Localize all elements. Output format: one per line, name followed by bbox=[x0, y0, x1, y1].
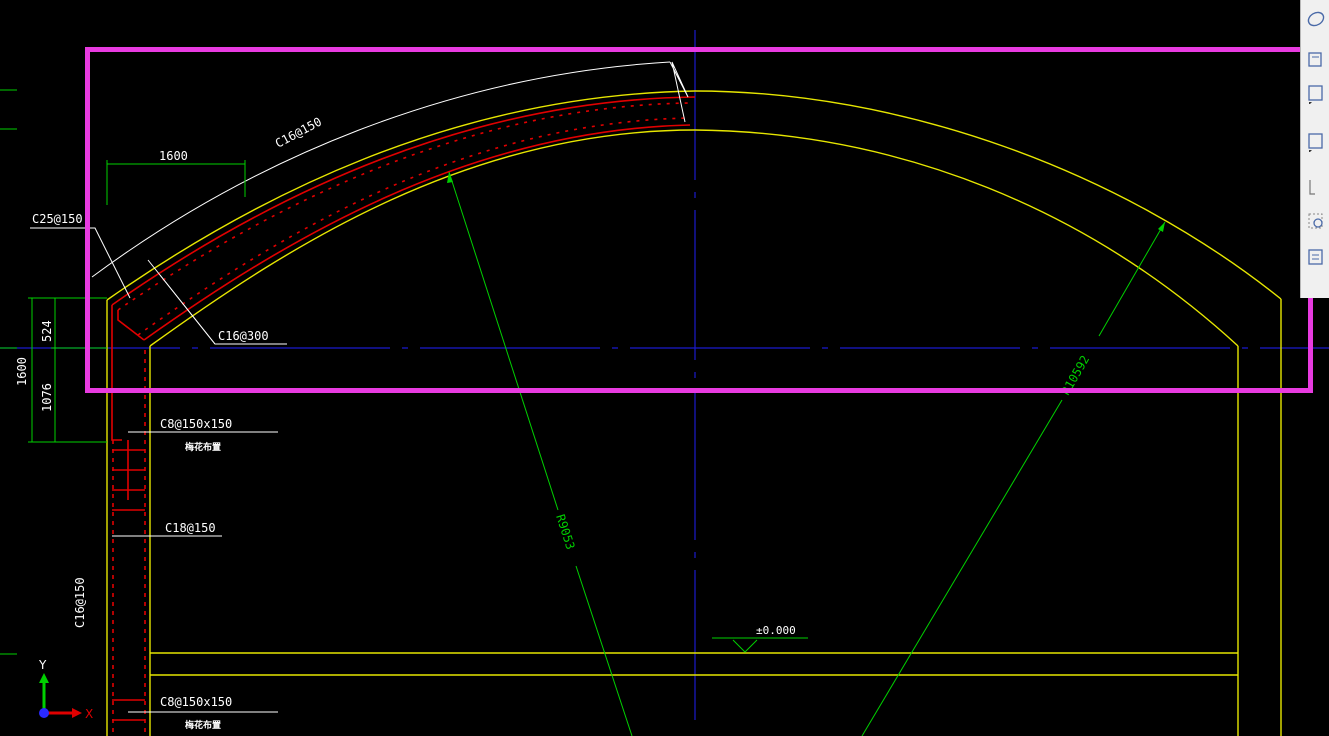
label-haunch-height-total: 1600 bbox=[15, 357, 29, 386]
properties-icon[interactable] bbox=[1305, 246, 1327, 268]
rebar-outer-arc-2[interactable] bbox=[117, 102, 691, 311]
dimension-icon[interactable] bbox=[1305, 176, 1327, 198]
label-rebar-haunch: C16@300 bbox=[218, 329, 269, 343]
label-tie-upper: C8@150x150 bbox=[160, 417, 232, 431]
ucs-y-label: Y bbox=[38, 658, 47, 672]
leader-c25-150 bbox=[30, 227, 131, 299]
rebar-outer-arc[interactable] bbox=[111, 96, 696, 306]
ucs-x-label: X bbox=[85, 707, 93, 721]
settings-icon[interactable] bbox=[1305, 210, 1327, 232]
radius-inner-line-upper bbox=[448, 171, 559, 511]
rebar-inner-arc-2[interactable] bbox=[137, 117, 691, 336]
rebar-haunch-bar[interactable] bbox=[117, 310, 145, 341]
crown-inner-arc[interactable] bbox=[694, 129, 1239, 347]
drawing-annotations: C16@150 1600 C25@150 C16@300 524 1076 16… bbox=[15, 115, 1092, 731]
label-outer-radius: R10592 bbox=[1058, 353, 1092, 398]
layer-icon[interactable] bbox=[1305, 48, 1327, 70]
tool-palette bbox=[1300, 0, 1329, 298]
left-inner-arc[interactable] bbox=[149, 129, 696, 347]
rebar-corner-bar[interactable] bbox=[111, 305, 122, 441]
leader-c16-300-b bbox=[147, 259, 216, 345]
ucs-y-arrow bbox=[39, 673, 49, 683]
label-rebar-outer-arc: C16@150 bbox=[273, 115, 324, 151]
radius-inner-line-lower bbox=[575, 565, 633, 736]
cad-model-space[interactable]: C16@150 1600 C25@150 C16@300 524 1076 16… bbox=[0, 0, 1329, 736]
ucs-origin bbox=[39, 708, 49, 718]
label-haunch-height-lower: 1076 bbox=[40, 383, 54, 412]
leader-lines bbox=[30, 61, 689, 713]
ucs-axis-icon: Y X bbox=[38, 658, 93, 721]
drawing-canvas[interactable]: C16@150 1600 C25@150 C16@300 524 1076 16… bbox=[0, 0, 1329, 736]
elevation-triangle bbox=[732, 639, 758, 653]
crown-outer-arc[interactable] bbox=[694, 90, 1282, 300]
label-inner-radius: R9053 bbox=[553, 513, 577, 552]
concrete-section-outline[interactable] bbox=[106, 90, 1282, 736]
label-wall-bar-inner: C18@150 bbox=[165, 521, 216, 535]
label-tie-lower-note: 梅花布置 bbox=[185, 719, 221, 731]
label-tie-lower: C8@150x150 bbox=[160, 695, 232, 709]
orbit-icon[interactable] bbox=[1305, 8, 1327, 30]
leader-c16-150-arc bbox=[91, 61, 671, 278]
block-icon[interactable] bbox=[1305, 130, 1327, 152]
label-wall-bar-outer: C16@150 bbox=[73, 577, 87, 628]
elevation-marker bbox=[712, 637, 808, 653]
label-haunch-width: 1600 bbox=[159, 149, 188, 163]
label-tie-upper-note: 梅花布置 bbox=[185, 441, 221, 453]
label-rebar-corner: C25@150 bbox=[32, 212, 83, 226]
ucs-x-arrow bbox=[72, 708, 82, 718]
block-icon[interactable] bbox=[1305, 82, 1327, 104]
radius-outer-line-lower bbox=[861, 399, 1063, 736]
radius-outer-arrow bbox=[1158, 222, 1165, 232]
label-elevation: ±0.000 bbox=[756, 624, 796, 637]
label-haunch-height-upper: 524 bbox=[40, 320, 54, 342]
